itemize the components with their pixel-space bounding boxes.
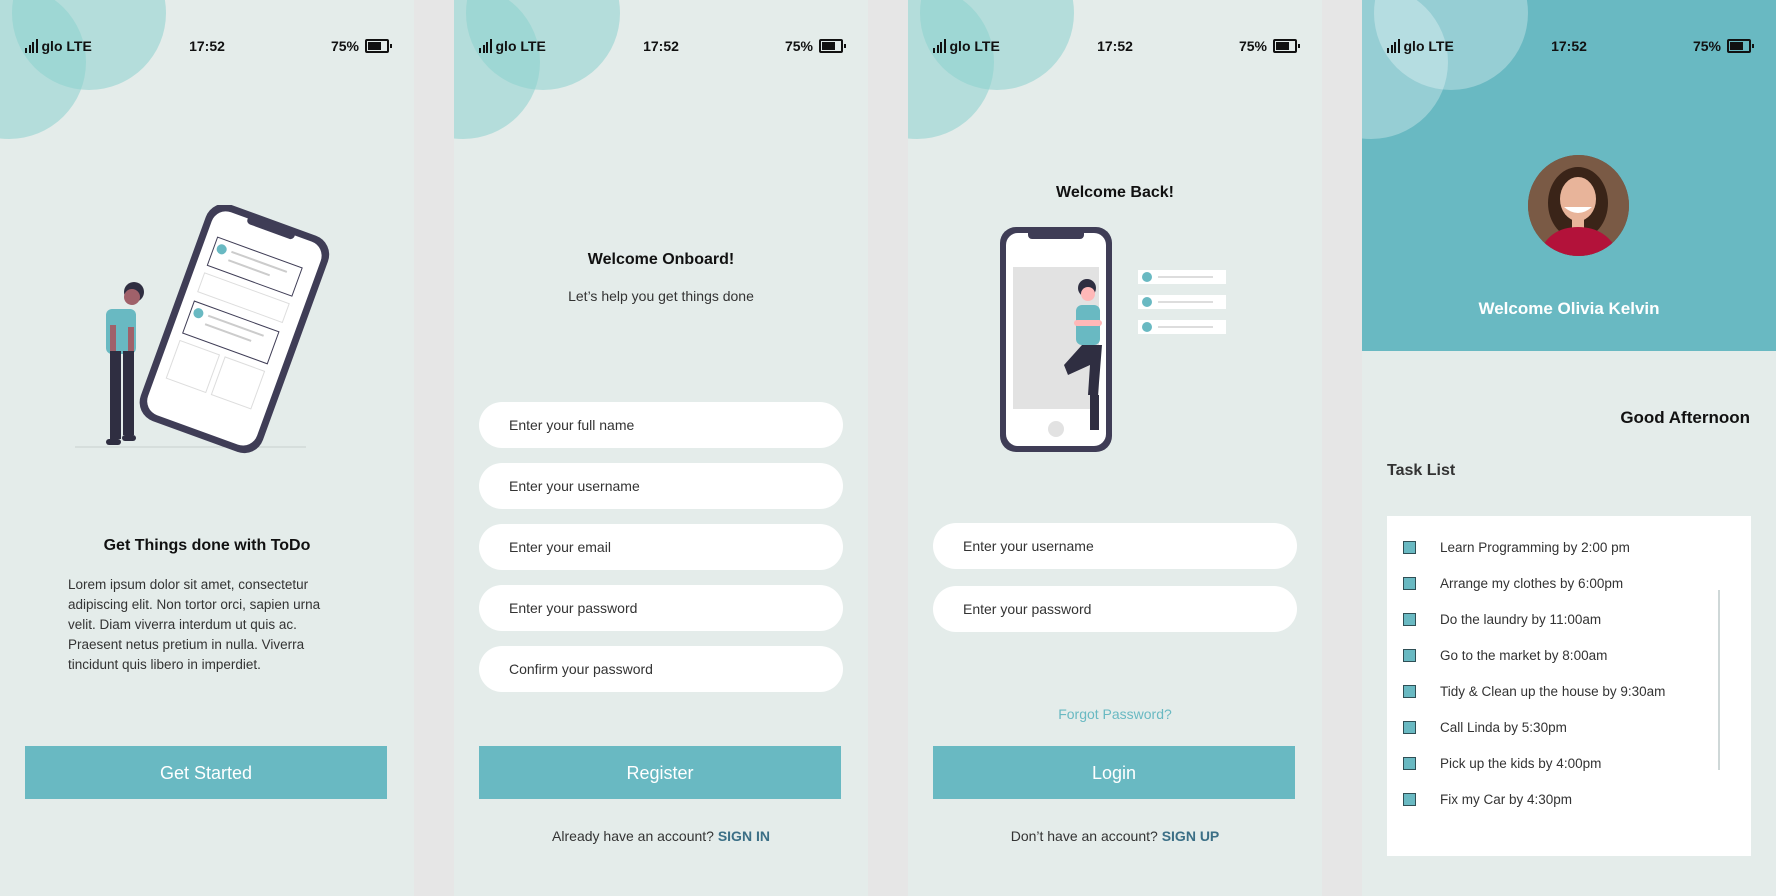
avatar[interactable] [1528, 155, 1629, 256]
task-label: Learn Programming by 2:00 pm [1440, 540, 1630, 555]
task-list: Learn Programming by 2:00 pm Arrange my … [1387, 516, 1751, 856]
task-item[interactable]: Learn Programming by 2:00 pm [1403, 540, 1630, 555]
status-bar: glo LTE 17:52 75% [454, 36, 868, 56]
status-bar: glo LTE 17:52 75% [908, 36, 1322, 56]
task-checkbox[interactable] [1403, 685, 1416, 698]
status-bar: glo LTE 17:52 75% [0, 36, 414, 56]
battery-status: 75% [1238, 38, 1300, 54]
login-button[interactable]: Login [933, 746, 1295, 799]
password-input[interactable] [479, 585, 843, 631]
task-label: Do the laundry by 11:00am [1440, 612, 1602, 627]
battery-status: 75% [330, 38, 392, 54]
page-title: Welcome Back! [1056, 184, 1174, 201]
confirm-password-input[interactable] [479, 646, 843, 692]
task-item[interactable]: Pick up the kids by 4:00pm [1403, 756, 1601, 771]
page-title: Get Things done with ToDo [103, 537, 311, 554]
task-item[interactable]: Go to the market by 8:00am [1403, 648, 1607, 663]
task-label: Go to the market by 8:00am [1440, 648, 1608, 663]
onboarding-screen: glo LTE 17:52 75% Get Things done with T… [0, 0, 414, 896]
task-checkbox[interactable] [1403, 541, 1416, 554]
task-label: Tidy & Clean up the house by 9:30am [1440, 684, 1666, 699]
login-screen: glo LTE 17:52 75% Welcome Back! Forgot P… [908, 0, 1322, 896]
task-item[interactable]: Fix my Car by 4:30pm [1403, 792, 1572, 807]
task-checkbox[interactable] [1403, 649, 1416, 662]
avatar-photo [1528, 155, 1629, 256]
task-item[interactable]: Call Linda by 5:30pm [1403, 720, 1567, 735]
signup-prompt-text: Don’t have an account? [1010, 828, 1158, 844]
dashboard-screen: glo LTE 17:52 75% Welcome Olivia Kelvin … [1362, 0, 1776, 896]
task-checkbox[interactable] [1403, 721, 1416, 734]
task-checkbox[interactable] [1403, 757, 1416, 770]
battery-status: 75% [784, 38, 846, 54]
welcome-heading: Welcome Olivia Kelvin [1478, 299, 1660, 318]
signin-prompt-text: Already have an account? [552, 828, 714, 844]
battery-status: 75% [1692, 38, 1754, 54]
page-title: Welcome Onboard! [587, 251, 735, 268]
battery-percent: 75% [1692, 38, 1721, 54]
task-label: Call Linda by 5:30pm [1440, 720, 1567, 735]
battery-percent: 75% [330, 38, 359, 54]
battery-percent: 75% [784, 38, 813, 54]
full-name-input[interactable] [479, 402, 843, 448]
task-checkbox[interactable] [1403, 613, 1416, 626]
page-subtitle: Let’s help you get things done [568, 288, 754, 304]
phone-person-illustration [75, 205, 330, 454]
get-started-button[interactable]: Get Started [25, 746, 387, 799]
phone-login-illustration [1000, 227, 1226, 452]
signin-prompt: Already have an account? SIGN IN [454, 828, 868, 844]
intro-paragraph: Lorem ipsum dolor sit amet, consectetur … [68, 577, 321, 672]
signup-prompt: Don’t have an account? SIGN UP [908, 828, 1322, 844]
task-list-scrollbar[interactable] [1718, 590, 1720, 770]
battery-icon [1273, 39, 1300, 53]
battery-percent: 75% [1238, 38, 1267, 54]
username-input[interactable] [479, 463, 843, 509]
task-item[interactable]: Tidy & Clean up the house by 9:30am [1403, 684, 1665, 699]
task-checkbox[interactable] [1403, 577, 1416, 590]
task-label: Fix my Car by 4:30pm [1440, 792, 1573, 807]
email-input[interactable] [479, 524, 843, 570]
status-bar: glo LTE 17:52 75% [1362, 36, 1776, 56]
task-checkbox[interactable] [1403, 793, 1416, 806]
task-item[interactable]: Arrange my clothes by 6:00pm [1403, 576, 1623, 591]
forgot-password-link[interactable]: Forgot Password? [908, 706, 1322, 722]
task-label: Pick up the kids by 4:00pm [1440, 756, 1602, 771]
sign-in-link[interactable]: SIGN IN [718, 828, 770, 844]
task-item[interactable]: Do the laundry by 11:00am [1403, 612, 1601, 627]
register-button[interactable]: Register [479, 746, 841, 799]
username-input[interactable] [933, 523, 1297, 569]
task-label: Arrange my clothes by 6:00pm [1440, 576, 1624, 591]
task-list-label: Task List [1387, 462, 1456, 479]
sign-up-link[interactable]: SIGN UP [1162, 828, 1220, 844]
battery-icon [819, 39, 846, 53]
password-input[interactable] [933, 586, 1297, 632]
greeting: Good Afternoon [1620, 408, 1750, 427]
battery-icon [1727, 39, 1754, 53]
battery-icon [365, 39, 392, 53]
register-screen: glo LTE 17:52 75% Welcome Onboard! Let’s… [454, 0, 868, 896]
